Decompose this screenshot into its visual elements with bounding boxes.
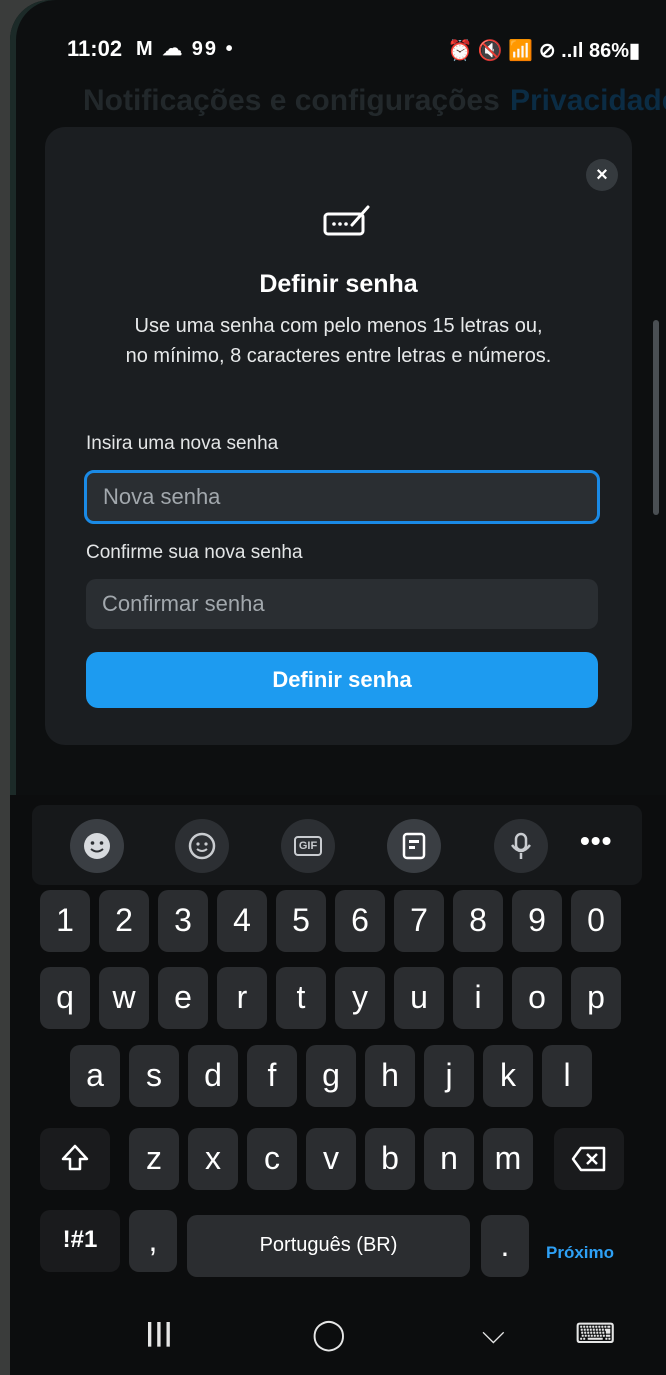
more-options-icon[interactable]: ••• — [580, 825, 612, 857]
system-icons: ⏰ 🔇 📶 ⊘ ..ıl 86%▮ — [447, 38, 640, 63]
key-c[interactable]: c — [247, 1128, 297, 1190]
system-status-icons: ⏰ 🔇 📶 ⊘ ..ıl — [447, 40, 584, 62]
set-password-dialog: × Definir senha Use uma senha com pelo m… — [45, 127, 632, 745]
space-key[interactable]: Português (BR) — [187, 1215, 470, 1277]
key-z[interactable]: z — [129, 1128, 179, 1190]
clipboard-icon — [402, 832, 426, 860]
key-e[interactable]: e — [158, 967, 208, 1029]
microphone-icon — [511, 832, 531, 859]
battery-level: 86% — [588, 40, 629, 62]
scrollbar[interactable] — [653, 320, 659, 515]
navigation-bar: ||| ◯ ⌵ ⌨ — [10, 1305, 666, 1375]
key-d[interactable]: d — [188, 1045, 238, 1107]
key-u[interactable]: u — [394, 967, 444, 1029]
phone-screen: 11:02 M ☁ 99 • ⏰ 🔇 📶 ⊘ ..ıl 86%▮ Notific… — [10, 0, 666, 1375]
sticker-icon — [188, 832, 216, 860]
password-edit-icon — [323, 205, 370, 236]
set-password-button[interactable]: Definir senha — [86, 652, 598, 708]
keyboard-switch-button[interactable]: ⌨ — [575, 1317, 615, 1350]
close-icon: × — [596, 164, 608, 186]
key-9[interactable]: 9 — [512, 890, 562, 952]
dialog-title: Definir senha — [259, 270, 418, 298]
confirm-password-field[interactable] — [86, 579, 598, 629]
next-key[interactable]: Próximo — [540, 1223, 620, 1285]
clipboard-button[interactable] — [387, 819, 441, 873]
key-4[interactable]: 4 — [217, 890, 267, 952]
shift-icon — [61, 1144, 89, 1171]
keyboard: GIF ••• 1 2 3 4 5 6 7 8 9 0 q w e r t y … — [10, 795, 666, 1375]
key-h[interactable]: h — [365, 1045, 415, 1107]
key-x[interactable]: x — [188, 1128, 238, 1190]
emoji-icon — [84, 833, 110, 859]
key-2[interactable]: 2 — [99, 890, 149, 952]
key-w[interactable]: w — [99, 967, 149, 1029]
key-g[interactable]: g — [306, 1045, 356, 1107]
confirm-password-input[interactable] — [86, 579, 598, 629]
back-button[interactable]: ⌵ — [482, 1317, 505, 1351]
dialog-description: Use uma senha com pelo menos 15 letras o… — [125, 315, 552, 367]
key-k[interactable]: k — [483, 1045, 533, 1107]
shift-key[interactable] — [40, 1128, 110, 1190]
new-password-input[interactable] — [87, 473, 597, 521]
key-q[interactable]: q — [40, 967, 90, 1029]
notification-icons: M ☁ 99 • — [136, 38, 235, 60]
key-6[interactable]: 6 — [335, 890, 385, 952]
close-button[interactable]: × — [586, 159, 618, 191]
sticker-button[interactable] — [175, 819, 229, 873]
period-key[interactable]: . — [481, 1215, 529, 1277]
key-y[interactable]: y — [335, 967, 385, 1029]
battery-icon: ▮ — [628, 40, 640, 62]
keyboard-toolbar: GIF ••• — [32, 805, 642, 885]
key-n[interactable]: n — [424, 1128, 474, 1190]
recents-button[interactable]: ||| — [146, 1317, 174, 1348]
voice-input-button[interactable] — [494, 819, 548, 873]
key-p[interactable]: p — [571, 967, 621, 1029]
home-button[interactable]: ◯ — [312, 1317, 346, 1352]
key-t[interactable]: t — [276, 967, 326, 1029]
key-0[interactable]: 0 — [571, 890, 621, 952]
backspace-icon — [571, 1146, 606, 1172]
key-8[interactable]: 8 — [453, 890, 503, 952]
gif-icon: GIF — [293, 836, 323, 856]
key-3[interactable]: 3 — [158, 890, 208, 952]
emoji-panel-button[interactable] — [70, 819, 124, 873]
key-i[interactable]: i — [453, 967, 503, 1029]
key-o[interactable]: o — [512, 967, 562, 1029]
status-bar: 11:02 M ☁ 99 • ⏰ 🔇 📶 ⊘ ..ıl 86%▮ — [10, 30, 666, 70]
background-page-title: Notificações e configurações — [83, 84, 500, 117]
gif-button[interactable]: GIF — [281, 819, 335, 873]
key-j[interactable]: j — [424, 1045, 474, 1107]
key-a[interactable]: a — [70, 1045, 120, 1107]
key-b[interactable]: b — [365, 1128, 415, 1190]
backspace-key[interactable] — [554, 1128, 624, 1190]
comma-key[interactable]: , — [129, 1210, 177, 1272]
key-l[interactable]: l — [542, 1045, 592, 1107]
symbols-key[interactable]: !#1 — [40, 1210, 120, 1272]
key-7[interactable]: 7 — [394, 890, 444, 952]
new-password-label: Insira uma nova senha — [86, 433, 279, 454]
background-tab-privacy: Privacidade — [510, 84, 666, 117]
new-password-field[interactable] — [84, 470, 600, 524]
status-time: 11:02 — [67, 36, 123, 61]
key-m[interactable]: m — [483, 1128, 533, 1190]
key-s[interactable]: s — [129, 1045, 179, 1107]
key-r[interactable]: r — [217, 967, 267, 1029]
key-5[interactable]: 5 — [276, 890, 326, 952]
key-1[interactable]: 1 — [40, 890, 90, 952]
confirm-password-label: Confirme sua nova senha — [86, 542, 303, 563]
key-f[interactable]: f — [247, 1045, 297, 1107]
key-v[interactable]: v — [306, 1128, 356, 1190]
